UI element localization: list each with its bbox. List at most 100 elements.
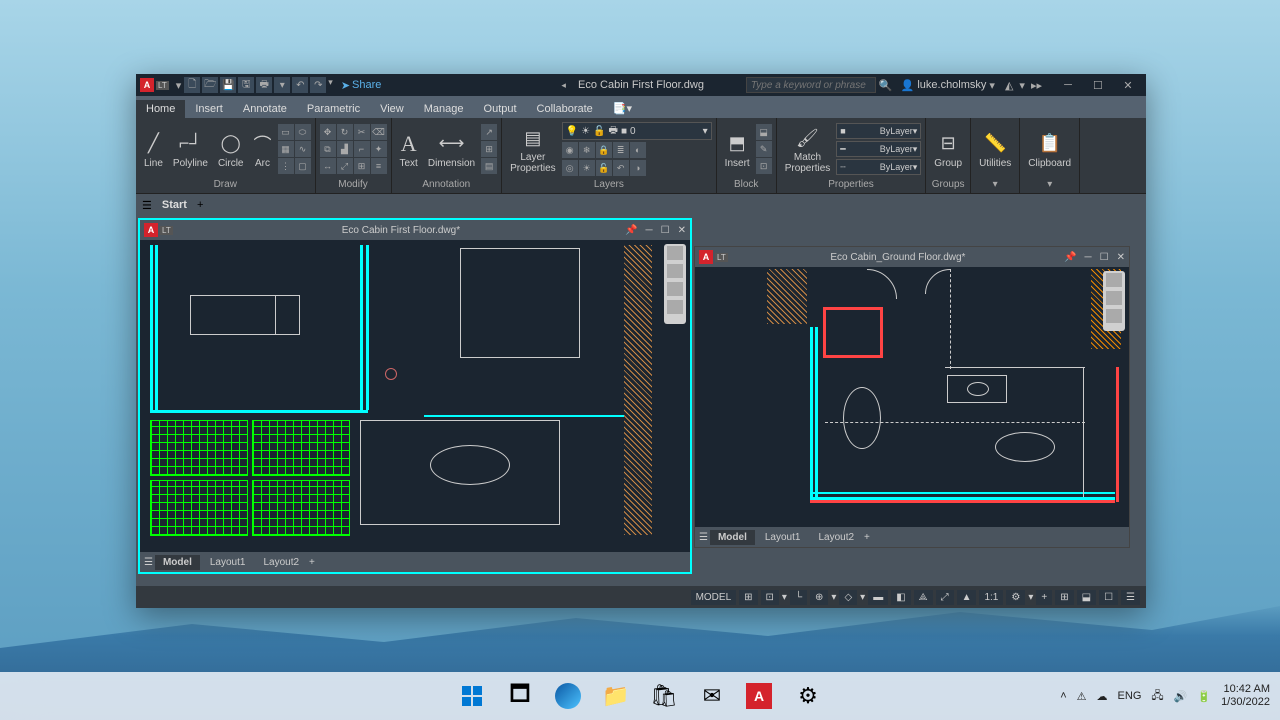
save-icon[interactable]: 💾 — [220, 77, 236, 93]
edit-block-icon[interactable]: ✎ — [756, 141, 772, 157]
rect-icon[interactable]: ▭ — [278, 124, 294, 140]
hatch-icon[interactable]: ▦ — [278, 141, 294, 157]
chevron-up-icon[interactable]: ˄ — [1060, 690, 1066, 702]
nav-bar[interactable] — [664, 244, 686, 324]
layer-uniso-icon[interactable]: ◑ — [630, 160, 646, 176]
language-indicator[interactable]: ENG — [1118, 690, 1142, 702]
create-block-icon[interactable]: ⬓ — [756, 124, 772, 140]
doc1-close[interactable]: ✕ — [678, 225, 686, 236]
tab-parametric[interactable]: Parametric — [297, 100, 370, 118]
anno-icon[interactable]: ⟁ — [914, 590, 933, 605]
plus-icon[interactable]: + — [1036, 590, 1052, 605]
menu-icon[interactable]: ☰ — [699, 532, 708, 543]
tab-view[interactable]: View — [370, 100, 414, 118]
workspace-icon[interactable]: ⊞ — [1055, 590, 1073, 605]
undo-icon[interactable]: ↶ — [292, 77, 308, 93]
close-button[interactable]: ✕ — [1114, 76, 1142, 94]
scale-indicator[interactable]: 1:1 — [979, 590, 1003, 605]
model-indicator[interactable]: MODEL — [691, 590, 737, 605]
user-menu[interactable]: 👤 luke.cholmsky ▾ — [901, 79, 995, 92]
layer-dropdown[interactable]: 💡☀🔓🖶■0▾ — [562, 122, 712, 140]
array-icon[interactable]: ⊞ — [354, 158, 370, 174]
anno2-icon[interactable]: ⤢ — [936, 590, 954, 605]
edge-icon[interactable] — [548, 676, 588, 716]
lwt-icon[interactable]: ▬ — [868, 590, 888, 605]
ellipse-icon[interactable]: ⬭ — [295, 124, 311, 140]
menu-icon[interactable]: ☰ — [142, 199, 152, 212]
doc2-model-tab[interactable]: Model — [710, 530, 755, 545]
tab-annotate[interactable]: Annotate — [233, 100, 297, 118]
point-icon[interactable]: ⋮ — [278, 158, 294, 174]
wifi-icon[interactable]: 🖧 — [1151, 687, 1163, 706]
tab-output[interactable]: Output — [474, 100, 527, 118]
layer-prev-icon[interactable]: ↶ — [613, 160, 629, 176]
doc1-layout2-tab[interactable]: Layout2 — [255, 555, 307, 570]
tab-manage[interactable]: Manage — [414, 100, 474, 118]
rotate-icon[interactable]: ↻ — [337, 124, 353, 140]
text-button[interactable]: AText — [396, 128, 422, 171]
region-icon[interactable]: ▢ — [295, 158, 311, 174]
grid-icon[interactable]: ⊞ — [739, 590, 757, 605]
spline-icon[interactable]: ∿ — [295, 141, 311, 157]
tab-collaborate[interactable]: Collaborate — [527, 100, 603, 118]
layer-lock-icon[interactable]: 🔒 — [596, 142, 612, 158]
mtext-icon[interactable]: ▤ — [481, 158, 497, 174]
layer-freeze-icon[interactable]: ❄ — [579, 142, 595, 158]
erase-icon[interactable]: ⌫ — [371, 124, 387, 140]
scale-icon[interactable]: ⤢ — [337, 158, 353, 174]
doc2-maximize[interactable]: ☐ — [1100, 252, 1109, 263]
line-button[interactable]: ╱Line — [140, 128, 167, 171]
dimension-button[interactable]: ⟷Dimension — [424, 128, 479, 171]
add-layout-icon[interactable]: + — [309, 557, 315, 568]
copy-icon[interactable]: ⧉ — [320, 141, 336, 157]
color-dropdown[interactable]: ■ByLayer▾ — [836, 123, 921, 139]
attr-icon[interactable]: ⊡ — [756, 158, 772, 174]
doc1-maximize[interactable]: ☐ — [661, 225, 670, 236]
layer-thaw-icon[interactable]: ☀ — [579, 160, 595, 176]
clean-icon[interactable]: ☐ — [1099, 590, 1118, 605]
match-properties-button[interactable]: 🖌Match Properties — [781, 122, 835, 176]
battery-icon[interactable]: 🔋 — [1197, 690, 1211, 703]
print-icon[interactable]: ▾ — [274, 77, 290, 93]
osnap-icon[interactable]: ◇ — [839, 590, 857, 605]
clipboard-button[interactable]: 📋Clipboard — [1024, 128, 1075, 171]
store-icon[interactable]: 🛍 — [644, 676, 684, 716]
insert-button[interactable]: ⬒Insert — [721, 128, 754, 171]
ortho-icon[interactable]: └ — [790, 590, 807, 605]
explorer-icon[interactable]: 📁 — [596, 676, 636, 716]
warning-icon[interactable]: ⚠ — [1077, 690, 1087, 703]
layer-off-icon[interactable]: ◉ — [562, 142, 578, 158]
add-tab-icon[interactable]: + — [197, 199, 203, 211]
snap-icon[interactable]: ⊡ — [761, 590, 779, 605]
gear-icon[interactable]: ⚙ — [1006, 590, 1025, 605]
add-layout-icon[interactable]: + — [864, 532, 870, 543]
doc2-close[interactable]: ✕ — [1117, 252, 1125, 263]
clock[interactable]: 10:42 AM 1/30/2022 — [1221, 683, 1270, 709]
share-button[interactable]: ➤ Share — [341, 79, 382, 92]
doc1-model-tab[interactable]: Model — [155, 555, 200, 570]
maximize-button[interactable]: ☐ — [1084, 76, 1112, 94]
doc1-layout1-tab[interactable]: Layout1 — [202, 555, 254, 570]
doc2-canvas[interactable] — [695, 267, 1129, 527]
polyline-button[interactable]: ⌐┘Polyline — [169, 128, 212, 171]
group-button[interactable]: ⊟Group — [930, 128, 966, 171]
leader-icon[interactable]: ↗ — [481, 124, 497, 140]
nav-bar[interactable] — [1103, 271, 1125, 331]
start-tab[interactable]: Start — [162, 199, 187, 211]
expand-icon[interactable]: ▸▸ — [1031, 79, 1042, 92]
onedrive-icon[interactable]: ☁ — [1097, 690, 1108, 703]
anno3-icon[interactable]: ▲ — [957, 590, 977, 605]
plot-icon[interactable]: 🖶 — [256, 77, 272, 93]
layer-unlock-icon[interactable]: 🔓 — [596, 160, 612, 176]
menu-icon[interactable]: ☰ — [144, 557, 153, 568]
offset-icon[interactable]: ≡ — [371, 158, 387, 174]
redo-icon[interactable]: ↷ — [310, 77, 326, 93]
search-input[interactable] — [746, 77, 876, 93]
saveas-icon[interactable]: 🖫 — [238, 77, 254, 93]
layer-properties-button[interactable]: ▤Layer Properties — [506, 122, 560, 176]
doc2-layout2-tab[interactable]: Layout2 — [810, 530, 862, 545]
hardware-icon[interactable]: ⬓ — [1077, 590, 1096, 605]
trim-icon[interactable]: ✂ — [354, 124, 370, 140]
fillet-icon[interactable]: ⌐ — [354, 141, 370, 157]
move-icon[interactable]: ✥ — [320, 124, 336, 140]
